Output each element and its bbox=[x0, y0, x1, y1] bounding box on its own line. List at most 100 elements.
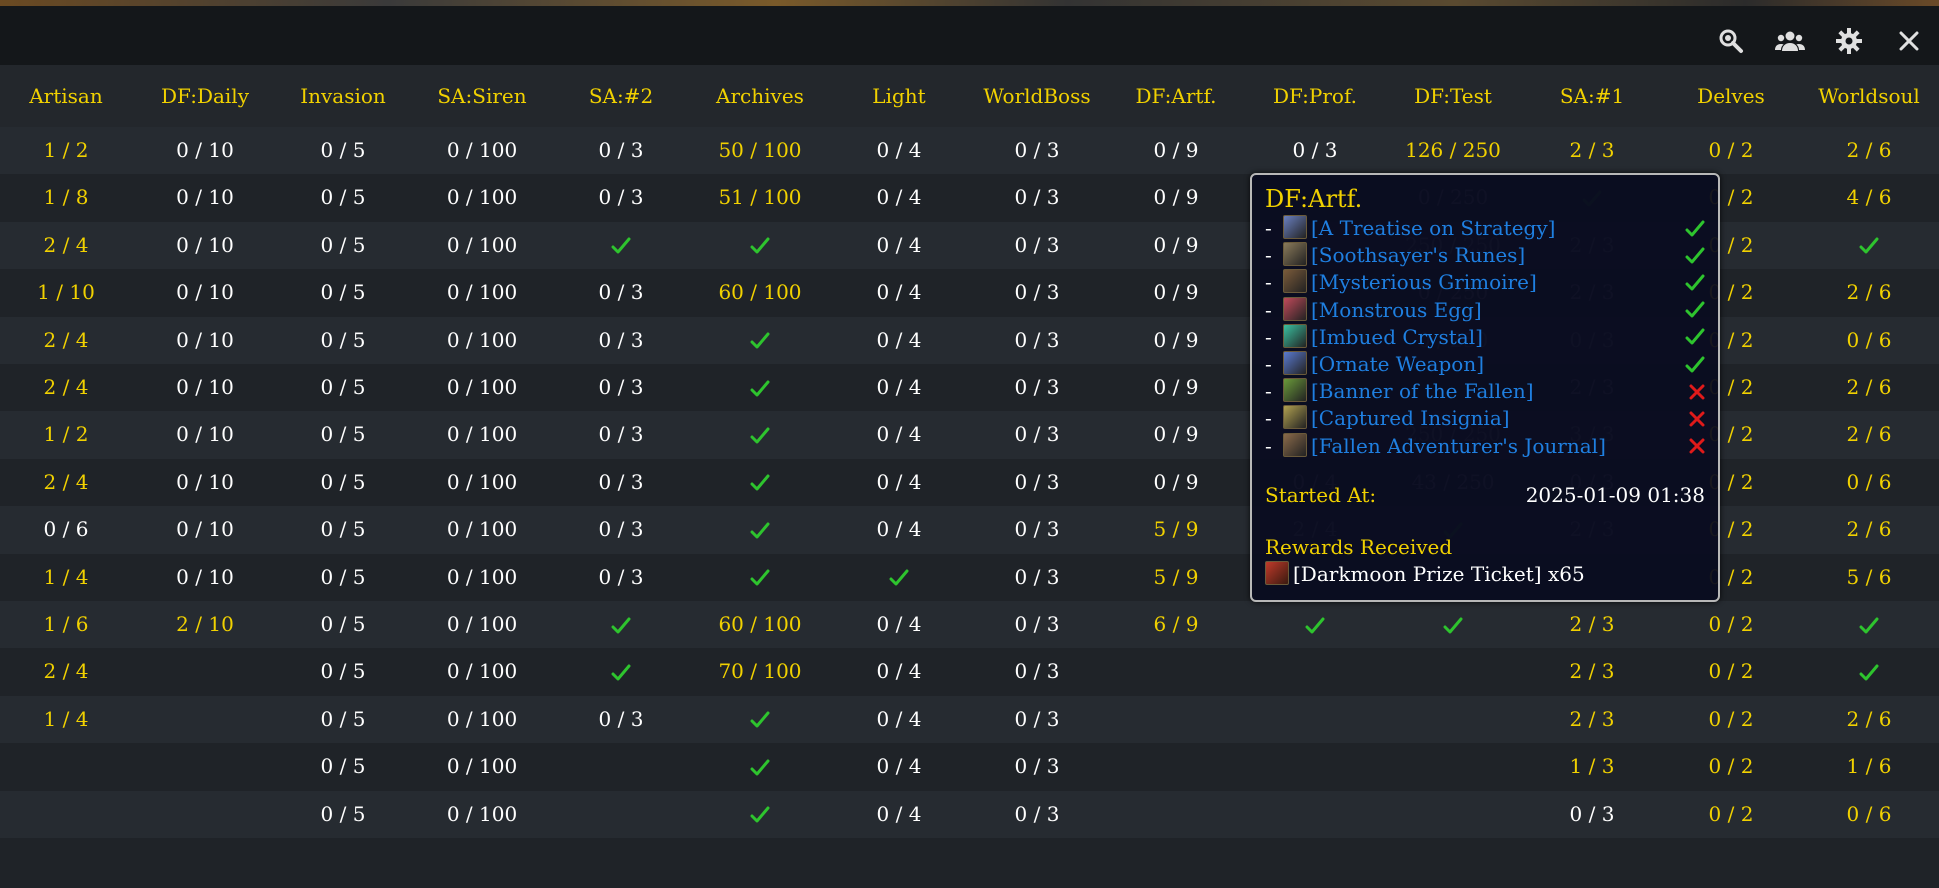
table-cell[interactable]: 5 / 6 bbox=[1801, 554, 1937, 601]
table-cell[interactable] bbox=[1385, 791, 1521, 838]
table-cell[interactable]: 1 / 10 bbox=[0, 269, 134, 316]
table-cell[interactable] bbox=[692, 506, 828, 553]
item-link[interactable]: [Imbued Crystal] bbox=[1311, 325, 1483, 349]
table-cell[interactable]: 0 / 3 bbox=[1247, 127, 1383, 174]
table-cell[interactable] bbox=[137, 791, 273, 838]
table-cell[interactable]: 0 / 3 bbox=[553, 554, 689, 601]
table-cell[interactable] bbox=[1385, 696, 1521, 743]
table-cell[interactable] bbox=[1385, 601, 1521, 648]
table-row[interactable]: 2 / 4 0 / 50 / 100 70 / 100 0 / 40 / 3 2 / 3… bbox=[0, 648, 1939, 696]
table-cell[interactable]: 1 / 6 bbox=[0, 601, 134, 648]
column-header-sa-1[interactable]: SA:#1 bbox=[1524, 65, 1660, 127]
gear-icon[interactable] bbox=[1834, 26, 1864, 56]
table-cell[interactable]: 0 / 4 bbox=[831, 601, 967, 648]
table-cell[interactable]: 0 / 4 bbox=[831, 222, 967, 269]
item-link[interactable]: [A Treatise on Strategy] bbox=[1311, 216, 1555, 240]
table-cell[interactable]: 0 / 3 bbox=[553, 269, 689, 316]
table-cell[interactable]: 0 / 4 bbox=[831, 127, 967, 174]
table-cell[interactable]: 0 / 3 bbox=[553, 174, 689, 221]
item-link[interactable]: [Ornate Weapon] bbox=[1311, 352, 1484, 376]
tooltip-item[interactable]: - [Fallen Adventurer's Journal] bbox=[1265, 432, 1705, 460]
table-cell[interactable]: 0 / 2 bbox=[1663, 696, 1799, 743]
column-header-sa-siren[interactable]: SA:Siren bbox=[414, 65, 550, 127]
table-cell[interactable]: 2 / 3 bbox=[1524, 648, 1660, 695]
table-cell[interactable]: 1 / 2 bbox=[0, 411, 134, 458]
table-cell[interactable]: 1 / 6 bbox=[1801, 743, 1937, 790]
table-cell[interactable]: 0 / 100 bbox=[414, 127, 550, 174]
table-cell[interactable]: 0 / 100 bbox=[414, 222, 550, 269]
table-cell[interactable]: 0 / 100 bbox=[414, 696, 550, 743]
table-cell[interactable]: 0 / 4 bbox=[831, 459, 967, 506]
table-cell[interactable] bbox=[692, 459, 828, 506]
tooltip-item[interactable]: - [Captured Insignia] bbox=[1265, 405, 1705, 432]
table-cell[interactable]: 0 / 5 bbox=[275, 506, 411, 553]
table-cell[interactable]: 1 / 4 bbox=[0, 696, 134, 743]
table-cell[interactable]: 0 / 4 bbox=[831, 743, 967, 790]
column-header-invasion[interactable]: Invasion bbox=[275, 65, 411, 127]
tooltip-item[interactable]: - [Ornate Weapon] bbox=[1265, 351, 1705, 378]
column-header-delves[interactable]: Delves bbox=[1663, 65, 1799, 127]
table-cell[interactable]: 0 / 3 bbox=[969, 269, 1105, 316]
table-cell[interactable]: 0 / 6 bbox=[1801, 459, 1937, 506]
table-cell[interactable]: 0 / 3 bbox=[553, 127, 689, 174]
table-cell[interactable]: 0 / 10 bbox=[137, 127, 273, 174]
column-header-sa-2[interactable]: SA:#2 bbox=[553, 65, 689, 127]
column-header-light[interactable]: Light bbox=[831, 65, 967, 127]
column-header-df-daily[interactable]: DF:Daily bbox=[137, 65, 273, 127]
table-cell[interactable]: 0 / 4 bbox=[831, 791, 967, 838]
table-cell[interactable]: 2 / 4 bbox=[0, 459, 134, 506]
table-cell[interactable]: 1 / 2 bbox=[0, 127, 134, 174]
table-cell[interactable]: 0 / 9 bbox=[1108, 269, 1244, 316]
table-cell[interactable]: 0 / 5 bbox=[275, 459, 411, 506]
item-link[interactable]: [Captured Insignia] bbox=[1311, 406, 1510, 430]
table-cell[interactable]: 0 / 9 bbox=[1108, 317, 1244, 364]
table-cell[interactable]: 0 / 5 bbox=[275, 127, 411, 174]
table-cell[interactable]: 2 / 4 bbox=[0, 317, 134, 364]
table-cell[interactable]: 126 / 250 bbox=[1385, 127, 1521, 174]
table-cell[interactable]: 1 / 4 bbox=[0, 554, 134, 601]
table-cell[interactable]: 0 / 6 bbox=[1801, 791, 1937, 838]
table-cell[interactable]: 0 / 3 bbox=[969, 459, 1105, 506]
item-link[interactable]: [Mysterious Grimoire] bbox=[1311, 270, 1537, 294]
table-cell[interactable]: 0 / 4 bbox=[831, 696, 967, 743]
table-cell[interactable]: 0 / 3 bbox=[969, 127, 1105, 174]
table-cell[interactable]: 0 / 10 bbox=[137, 174, 273, 221]
table-cell[interactable]: 2 / 6 bbox=[1801, 411, 1937, 458]
tooltip-item[interactable]: - [Monstrous Egg] bbox=[1265, 296, 1705, 324]
table-cell[interactable]: 0 / 10 bbox=[137, 222, 273, 269]
table-cell[interactable]: 50 / 100 bbox=[692, 127, 828, 174]
table-cell[interactable]: 0 / 9 bbox=[1108, 459, 1244, 506]
table-cell[interactable]: 0 / 9 bbox=[1108, 127, 1244, 174]
table-cell[interactable]: 60 / 100 bbox=[692, 269, 828, 316]
reward-item[interactable]: [Darkmoon Prize Ticket] x65 bbox=[1265, 561, 1585, 586]
table-cell[interactable]: 0 / 100 bbox=[414, 601, 550, 648]
table-cell[interactable]: 0 / 5 bbox=[275, 791, 411, 838]
table-cell[interactable]: 0 / 10 bbox=[137, 459, 273, 506]
table-cell[interactable]: 1 / 8 bbox=[0, 174, 134, 221]
table-cell[interactable] bbox=[137, 648, 273, 695]
table-cell[interactable]: 0 / 100 bbox=[414, 317, 550, 364]
table-cell[interactable]: 0 / 5 bbox=[275, 554, 411, 601]
table-cell[interactable]: 0 / 100 bbox=[414, 506, 550, 553]
table-cell[interactable]: 0 / 100 bbox=[414, 411, 550, 458]
item-link[interactable]: [Banner of the Fallen] bbox=[1311, 379, 1534, 403]
table-cell[interactable]: 0 / 100 bbox=[414, 554, 550, 601]
table-row[interactable]: 0 / 50 / 100 0 / 40 / 30 / 30 / 20 / 6 bbox=[0, 790, 1939, 838]
table-cell[interactable]: 60 / 100 bbox=[692, 601, 828, 648]
column-header-df-prof-[interactable]: DF:Prof. bbox=[1247, 65, 1383, 127]
table-cell[interactable]: 2 / 3 bbox=[1524, 696, 1660, 743]
table-cell[interactable]: 0 / 4 bbox=[831, 364, 967, 411]
table-cell[interactable]: 0 / 5 bbox=[275, 648, 411, 695]
table-cell[interactable]: 4 / 6 bbox=[1801, 174, 1937, 221]
table-cell[interactable]: 0 / 3 bbox=[553, 317, 689, 364]
table-cell[interactable]: 0 / 5 bbox=[275, 269, 411, 316]
table-cell[interactable]: 0 / 10 bbox=[137, 506, 273, 553]
table-cell[interactable]: 2 / 3 bbox=[1524, 601, 1660, 648]
table-cell[interactable]: 0 / 4 bbox=[831, 411, 967, 458]
table-cell[interactable] bbox=[692, 696, 828, 743]
table-cell[interactable] bbox=[1108, 696, 1244, 743]
table-cell[interactable]: 0 / 5 bbox=[275, 222, 411, 269]
table-cell[interactable]: 0 / 10 bbox=[137, 269, 273, 316]
table-cell[interactable]: 0 / 100 bbox=[414, 269, 550, 316]
table-cell[interactable]: 0 / 5 bbox=[275, 364, 411, 411]
